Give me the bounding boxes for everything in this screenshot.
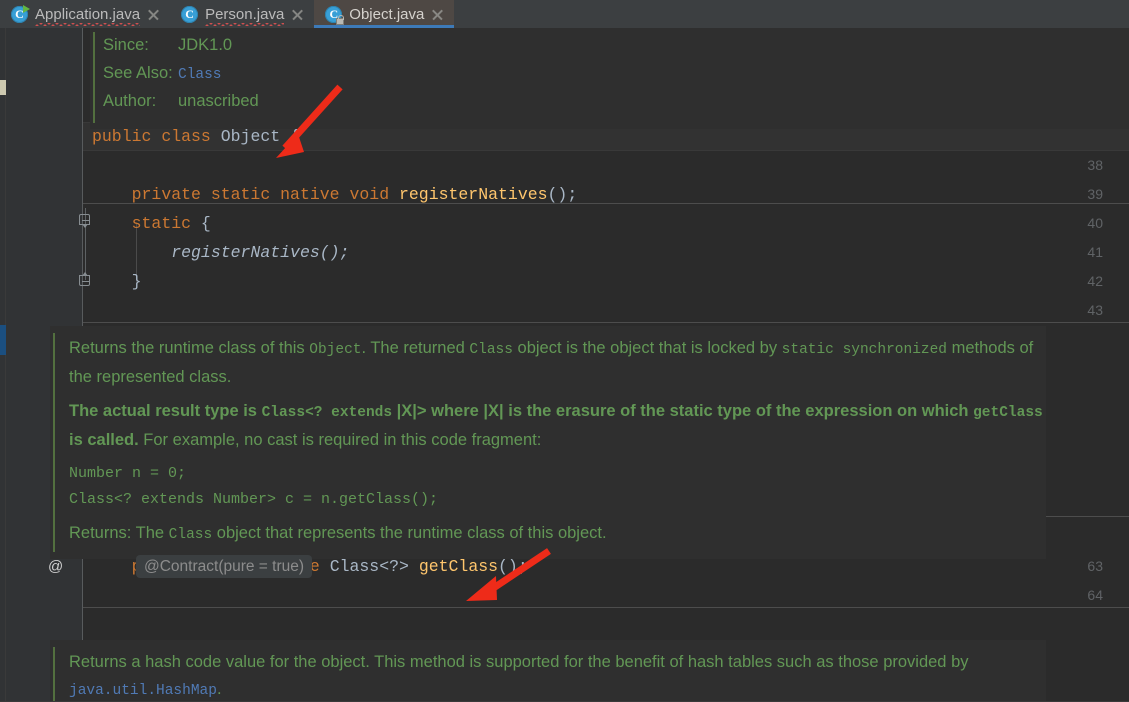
javadoc-paragraph: Returns a hash code value for the object…: [69, 649, 1046, 702]
code-token: ();: [319, 243, 350, 262]
inline-code: getClass: [973, 405, 1043, 421]
code-line-40[interactable]: static {: [92, 209, 211, 238]
code-sample-line: Class<? extends Number> c = n.getClass()…: [69, 491, 439, 508]
javadoc-block-hashcode[interactable]: Returns a hash code value for the object…: [50, 640, 1046, 702]
javadoc-tag-value: unascribed: [178, 92, 259, 110]
inlay-hint-contract[interactable]: @Contract(pure = true): [136, 555, 313, 578]
text-run: Returns the runtime class of this: [69, 339, 310, 357]
java-class-readonly-icon: C: [325, 5, 345, 25]
javadoc-tag-row: Since: JDK1.0: [103, 36, 1129, 64]
inline-code: Object: [309, 342, 362, 358]
code-token: native: [280, 185, 340, 204]
code-editor[interactable]: 37 38 39 40 41 42 43 63 64 @ public clas…: [0, 28, 1129, 702]
region-separator: [83, 607, 1129, 608]
javadoc-block-getclass[interactable]: Returns the runtime class of this Object…: [50, 326, 1046, 559]
code-line-39[interactable]: private static native void registerNativ…: [92, 180, 578, 209]
javadoc-tag-name: Author:: [103, 92, 157, 110]
text-run: Returns a hash code value for the object…: [69, 653, 969, 671]
javadoc-tag-block[interactable]: Since: JDK1.0 See Also: Class Author: un…: [90, 28, 1129, 129]
code-token: static: [210, 185, 271, 204]
code-token: ();: [547, 185, 578, 204]
javadoc-tag-name: See Also:: [103, 64, 173, 82]
inline-code: Class: [469, 342, 513, 358]
code-token: public: [92, 127, 152, 146]
java-class-runnable-icon: C: [11, 4, 30, 23]
text-run: .: [216, 680, 222, 698]
code-token: static: [131, 214, 192, 233]
code-token: ();: [498, 557, 528, 576]
inline-code: Class<? extends: [261, 405, 393, 421]
javadoc-tag-row: See Also: Class: [103, 64, 1129, 92]
java-class-icon: C: [181, 5, 199, 23]
code-line-42[interactable]: }: [92, 267, 142, 296]
javadoc-tag-value: JDK1.0: [178, 36, 233, 54]
inline-code: static synchronized: [781, 342, 947, 358]
tab-label: Application.java: [35, 5, 141, 26]
code-token: Object: [220, 127, 281, 146]
inline-code: Class: [168, 527, 213, 543]
code-token: }: [92, 272, 142, 291]
code-token: Class<?>: [329, 557, 409, 576]
javadoc-tag-name: Since:: [103, 36, 149, 54]
code-sample-line: Number n = 0;: [69, 465, 187, 482]
tab-person-java[interactable]: C Person.java: [170, 0, 314, 28]
code-token: {: [191, 214, 211, 233]
text-run: For example, no cast is required in this…: [138, 431, 542, 449]
javadoc-see-also-link[interactable]: Class: [178, 67, 222, 83]
text-run: . The returned: [361, 339, 470, 357]
text-run: object is the object that is locked by: [512, 339, 782, 357]
editor-tab-bar: C Application.java C Person.java C Objec…: [0, 0, 1129, 28]
code-token: class: [161, 127, 211, 146]
code-token: void: [349, 185, 390, 204]
javadoc-returns: Returns: The Class object that represent…: [69, 520, 1046, 549]
code-token: private: [131, 185, 201, 204]
text-run: Returns: The: [69, 524, 169, 542]
text-run: The actual result type is: [69, 402, 262, 420]
text-run: where |X| is the erasure of the static t…: [431, 402, 974, 420]
code-line-41[interactable]: registerNatives();: [92, 238, 349, 267]
text-run: |X|>: [392, 402, 432, 420]
region-separator: [83, 322, 1129, 323]
tab-application-java[interactable]: C Application.java: [0, 0, 170, 28]
code-token: registerNatives: [171, 243, 320, 262]
text-run: is called.: [69, 431, 139, 449]
code-token: registerNatives: [399, 185, 548, 204]
tab-label: Object.java: [349, 5, 425, 23]
javadoc-code-sample: Class<? extends Number> c = n.getClass()…: [69, 487, 1046, 513]
code-token: getClass: [418, 557, 499, 576]
code-token: {: [280, 127, 300, 146]
close-icon[interactable]: [147, 8, 160, 21]
javadoc-tag-row: Author: unascribed: [103, 92, 1129, 120]
javadoc-paragraph: Returns the runtime class of this Object…: [69, 335, 1046, 391]
tab-label: Person.java: [205, 5, 285, 26]
javadoc-paragraph: The actual result type is Class<? extend…: [69, 398, 1046, 454]
close-icon[interactable]: [431, 8, 444, 21]
text-run: object that represents the runtime class…: [212, 524, 607, 542]
tab-object-java[interactable]: C Object.java: [314, 0, 455, 28]
close-icon[interactable]: [291, 8, 304, 21]
javadoc-link-hashmap[interactable]: java.util.HashMap: [69, 683, 217, 699]
javadoc-code-sample: Number n = 0;: [69, 461, 1046, 487]
